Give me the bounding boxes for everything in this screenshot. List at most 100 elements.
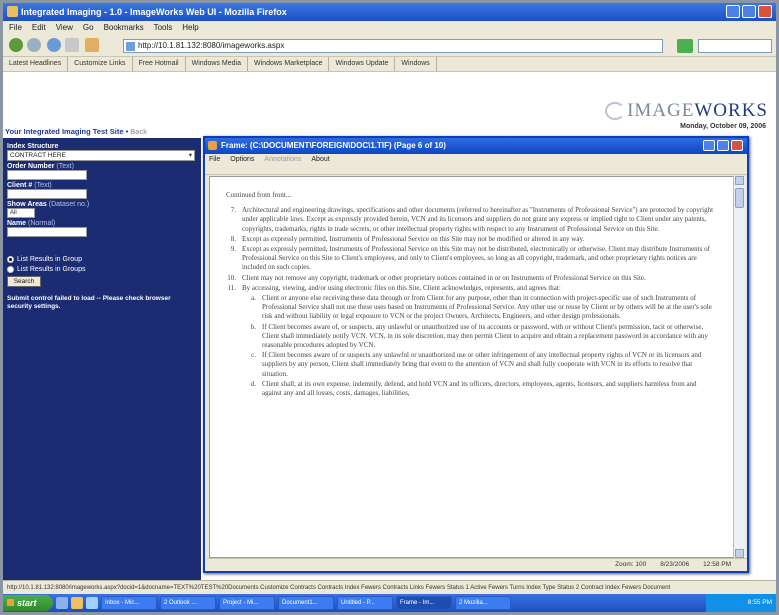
firefox-icon <box>7 6 18 17</box>
date-status: 8/23/2006 <box>660 561 690 568</box>
radio-option-group[interactable]: List Results in Group <box>7 256 197 263</box>
name-field[interactable] <box>7 227 87 237</box>
logo-swirl-icon <box>605 102 626 120</box>
radio-option-groups[interactable]: List Results in Groups <box>7 266 197 273</box>
name-label-type: (Normal) <box>28 220 56 227</box>
maximize-icon[interactable] <box>717 140 729 151</box>
order-label-type: (Text) <box>56 163 74 170</box>
document-intro: Continued from front... <box>226 191 292 199</box>
stop-icon[interactable] <box>65 38 79 52</box>
taskbar-item[interactable]: Inbox - Mic... <box>101 596 157 610</box>
viewer-menu-about[interactable]: About <box>311 154 329 166</box>
bookmark-link[interactable]: Windows Media <box>192 57 249 71</box>
logo-text-pre: IMAGE <box>627 100 695 121</box>
bookmark-link[interactable]: Latest Headlines <box>9 57 69 71</box>
forward-icon[interactable] <box>27 38 41 52</box>
home-icon[interactable] <box>85 38 99 52</box>
search-button[interactable]: Search <box>7 276 41 287</box>
scroll-thumb[interactable] <box>735 188 744 208</box>
subclause-list: a. Client or anyone else receiving these … <box>242 294 718 398</box>
page-date: Monday, October 09, 2006 <box>680 123 766 130</box>
taskbar-item[interactable]: 2 Mozilla... <box>455 596 511 610</box>
search-input[interactable] <box>698 39 772 53</box>
index-select[interactable]: CONTRACT HERE <box>7 150 195 161</box>
clause-text: Except as expressly permitted, Instrumen… <box>242 245 710 272</box>
search-sidebar: Index Structure CONTRACT HERE Order Numb… <box>3 138 201 580</box>
clause-item: 9. Except as expressly permitted, Instrum… <box>226 245 718 273</box>
subclause-text: Client or anyone else receiving these da… <box>262 294 712 321</box>
windows-taskbar: start Inbox - Mic... 2 Outlook ... Proje… <box>3 594 776 612</box>
viewer-menu-annotations[interactable]: Annotations <box>264 154 301 166</box>
close-icon[interactable] <box>731 140 743 151</box>
client-field[interactable] <box>7 189 87 199</box>
menu-file[interactable]: File <box>9 21 22 35</box>
bookmark-link[interactable]: Windows <box>401 57 437 71</box>
menu-bookmarks[interactable]: Bookmarks <box>104 21 144 35</box>
radio-icon[interactable] <box>7 266 14 273</box>
browser-statusbar: http://10.1.81.132:8080/imageworks.aspx?… <box>3 580 776 594</box>
maximize-icon[interactable] <box>742 5 756 18</box>
quicklaunch-folder-icon[interactable] <box>71 597 83 609</box>
browser-menubar: File Edit View Go Bookmarks Tools Help <box>3 21 776 35</box>
bookmark-link[interactable]: Free Hotmail <box>139 57 186 71</box>
close-icon[interactable] <box>758 5 772 18</box>
bookmarks-toolbar: Latest Headlines Customize Links Free Ho… <box>3 57 776 72</box>
showarea-label-text: Show Areas <box>7 201 47 208</box>
viewer-toolbar <box>205 166 747 175</box>
viewer-menu-file[interactable]: File <box>209 154 220 166</box>
clause-item: 7. Architectural and engineering drawings… <box>226 206 718 234</box>
taskbar-item[interactable]: Document1... <box>278 596 334 610</box>
menu-tools[interactable]: Tools <box>154 21 173 35</box>
viewer-menu-options[interactable]: Options <box>230 154 254 166</box>
bookmark-link[interactable]: Customize Links <box>74 57 133 71</box>
menu-go[interactable]: Go <box>83 21 94 35</box>
imageworks-logo: IMAGEWORKS <box>605 100 768 122</box>
menu-edit[interactable]: Edit <box>32 21 46 35</box>
clause-number: 10. <box>227 273 236 282</box>
taskbar-item[interactable]: Project - Mi... <box>219 596 275 610</box>
menu-help[interactable]: Help <box>182 21 198 35</box>
quicklaunch-ie-icon[interactable] <box>56 597 68 609</box>
viewer-titlebar: Frame: (C:\DOCUMENT\FOREIGN\DOC\1.TIF) (… <box>205 138 747 154</box>
showarea-select[interactable]: All <box>7 208 35 218</box>
back-icon[interactable] <box>9 38 23 52</box>
subclause-item: d. Client shall, at its own expense, inde… <box>242 380 718 398</box>
index-label: Index Structure <box>7 143 59 150</box>
clause-number: 8. <box>230 234 236 243</box>
address-input[interactable]: http://10.1.81.132:8080/imageworks.aspx <box>123 39 663 53</box>
subclause-item: a. Client or anyone else receiving these … <box>242 294 718 322</box>
address-text: http://10.1.81.132:8080/imageworks.aspx <box>138 41 285 50</box>
taskbar-item[interactable]: Frame - Im... <box>396 596 452 610</box>
bookmark-link[interactable]: Windows Marketplace <box>254 57 330 71</box>
taskbar-item[interactable]: Untitled - P... <box>337 596 393 610</box>
back-link[interactable]: Back <box>130 127 147 136</box>
menu-view[interactable]: View <box>56 21 73 35</box>
minimize-icon[interactable] <box>703 140 715 151</box>
bookmark-link[interactable]: Windows Update <box>335 57 396 71</box>
clause-list: 7. Architectural and engineering drawings… <box>226 206 718 293</box>
order-number-field[interactable] <box>7 170 87 180</box>
clause-text: Except as expressly permitted, Instrumen… <box>242 234 585 243</box>
go-icon[interactable] <box>677 39 693 53</box>
minimize-icon[interactable] <box>726 5 740 18</box>
showarea-label: Show Areas (Dataset no.) <box>7 201 197 208</box>
radio-label: List Results in Groups <box>17 266 86 273</box>
start-button[interactable]: start <box>3 595 53 611</box>
clause-text: Architectural and engineering drawings, … <box>242 206 714 233</box>
order-label-text: Order Number <box>7 163 55 170</box>
order-label: Order Number (Text) <box>7 163 197 170</box>
scroll-down-icon[interactable] <box>735 549 744 558</box>
quicklaunch-desktop-icon[interactable] <box>86 597 98 609</box>
reload-icon[interactable] <box>47 38 61 52</box>
showarea-label-type: (Dataset no.) <box>48 201 90 208</box>
client-label-text: Client # <box>7 182 33 189</box>
taskbar-item[interactable]: 2 Outlook ... <box>160 596 216 610</box>
viewer-icon <box>208 141 217 150</box>
viewer-menubar: File Options Annotations About <box>205 154 747 166</box>
clause-text: By accessing, viewing, and/or using elec… <box>242 283 561 292</box>
page-icon <box>126 42 135 51</box>
radio-selected-icon[interactable] <box>7 256 14 263</box>
radio-label: List Results in Group <box>17 256 82 263</box>
document-scrollbar[interactable] <box>733 176 745 558</box>
scroll-up-icon[interactable] <box>735 176 744 185</box>
